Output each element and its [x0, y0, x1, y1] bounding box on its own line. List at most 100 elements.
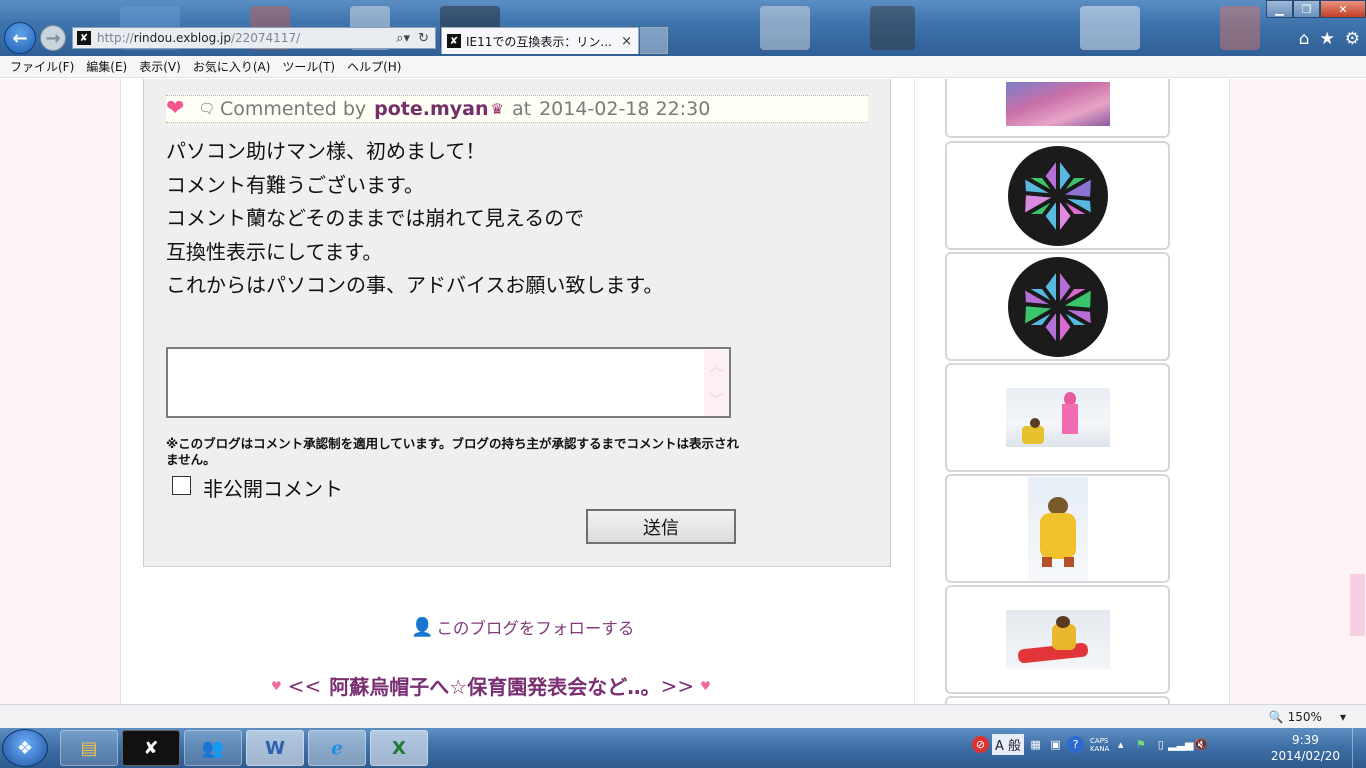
sidebar-thumbnail[interactable] [945, 585, 1170, 694]
menu-file[interactable]: ファイル(F) [4, 58, 80, 75]
comment-at: at [511, 98, 532, 120]
menu-tools[interactable]: ツール(T) [276, 58, 341, 75]
small-heart-icon: ♥ [700, 678, 711, 693]
excel-icon[interactable]: X [370, 730, 428, 766]
private-comment-label[interactable]: 非公開コメント [203, 473, 343, 502]
follow-blog-link[interactable]: 👤 このブログをフォローする [411, 615, 634, 639]
follow-blog-label: このブログをフォローする [436, 619, 635, 638]
app-icon[interactable]: ✘ [122, 730, 180, 766]
clock-date: 2014/02/20 [1270, 749, 1340, 763]
search-icon[interactable]: ⌕▾ [396, 31, 410, 46]
sidebar-thumbnail[interactable] [945, 474, 1170, 583]
url-path: /22074117/ [230, 31, 301, 45]
zoom-icon: 🔍 [1268, 710, 1284, 724]
prev-post-link[interactable]: << [288, 674, 322, 698]
sidebar-thumbnail[interactable] [945, 252, 1170, 361]
comment-line: 互換性表示にしてます。 [166, 239, 383, 264]
action-center-icon[interactable]: ⚑ [1132, 736, 1149, 753]
volume-muted-icon[interactable]: 🔇 [1192, 736, 1209, 753]
ime-tools-icon[interactable]: ▦ [1027, 736, 1044, 753]
caps-indicator: CAPS [1090, 736, 1109, 745]
browser-tab[interactable]: ✘ IE11での互換表示：リン... × [441, 27, 639, 54]
comment-author-link[interactable]: pote.myan [374, 98, 488, 120]
comment-line: コメント蘭などそのままでは崩れて見えるので [166, 206, 585, 230]
comment-body: パソコン助けマン様、初めまして！ コメント有難うございます。 コメント蘭などその… [166, 135, 663, 303]
start-button[interactable]: ❖ [2, 729, 48, 767]
page-scrollbar[interactable] [1349, 79, 1366, 704]
clock-time: 9:39 [1291, 733, 1319, 747]
show-desktop-button[interactable] [1352, 728, 1366, 768]
forward-arrow-icon[interactable]: → [40, 25, 66, 51]
menu-help[interactable]: ヘルプ(H) [341, 58, 407, 75]
next-post-link[interactable]: >> [661, 674, 695, 698]
page-viewport: ❤ 🗨 Commented by pote.myan ♛ at 2014-02-… [0, 79, 1366, 704]
word-icon[interactable]: W [246, 730, 304, 766]
post-title-link[interactable]: 阿蘇烏帽子へ☆保育園発表会など‥。 [329, 671, 660, 700]
back-arrow-icon[interactable]: ← [4, 22, 36, 54]
url-host: rindou.exblog.jp [133, 31, 231, 45]
stained-glass-pattern [1007, 256, 1108, 357]
comment-timestamp: 2014-02-18 22:30 [539, 98, 711, 120]
small-heart-icon: ♥ [271, 678, 282, 693]
zoom-control[interactable]: 🔍 150% ▾ [1269, 710, 1346, 724]
approval-note: ※このブログはコメント承認制を適用しています。ブログの持ち主が承認するまでコメン… [166, 436, 740, 467]
new-tab-button[interactable] [640, 27, 668, 54]
private-comment-checkbox[interactable] [172, 476, 191, 495]
sidebar-thumbnail[interactable] [945, 363, 1170, 472]
close-icon[interactable]: ✕ [1320, 0, 1366, 18]
internet-explorer-icon[interactable]: ℯ [308, 730, 366, 766]
status-bar: 🔍 150% ▾ [0, 704, 1366, 728]
ime-mode[interactable]: A 般 [992, 734, 1025, 755]
maximize-icon[interactable]: ❐ [1293, 0, 1320, 18]
tab-title: IE11での互換表示：リン... [466, 34, 612, 49]
textarea-scrollbar[interactable]: ︿ ﹀ [704, 350, 729, 416]
clipboard-icon[interactable]: ▯ [1152, 736, 1169, 753]
home-icon[interactable]: ⌂ [1299, 29, 1310, 49]
help-icon[interactable]: ? [1067, 736, 1085, 753]
menu-edit[interactable]: 編集(E) [80, 58, 133, 75]
plum-blossom-photo [1005, 81, 1110, 126]
caps-kana-indicator: CAPS KANA [1090, 737, 1109, 753]
sidebar-thumbnail[interactable] [945, 141, 1170, 250]
tab-close-icon[interactable]: × [621, 34, 638, 49]
comment-line: パソコン助けマン様、初めまして！ [166, 139, 486, 163]
ime-dictionary-icon[interactable]: ▣ [1047, 736, 1064, 753]
sidebar-thumbnail[interactable] [945, 79, 1170, 138]
browser-right-tools: ⌂ ★ ⚙ [1299, 29, 1360, 49]
child-sledding-photo [1005, 388, 1110, 447]
ime-toggle-icon[interactable]: ⊘ [972, 736, 989, 753]
address-bar[interactable]: ✘ http:// rindou.exblog.jp /22074117/ ⌕▾… [72, 27, 436, 49]
chevron-down-icon[interactable]: ▾ [1340, 710, 1346, 724]
comment-header: ❤ 🗨 Commented by pote.myan ♛ at 2014-02-… [166, 95, 868, 123]
gear-icon[interactable]: ⚙ [1345, 29, 1360, 49]
refresh-icon[interactable]: ↻ [418, 31, 429, 46]
reply-textarea[interactable] [166, 347, 731, 418]
comment-prefix: Commented by [219, 98, 367, 120]
browser-titlebar: ← → ✘ http:// rindou.exblog.jp /22074117… [0, 0, 1366, 56]
menu-view[interactable]: 表示(V) [133, 58, 187, 75]
menu-bar: ファイル(F) 編集(E) 表示(V) お気に入り(A) ツール(T) ヘルプ(… [0, 56, 1366, 78]
file-explorer-icon[interactable]: ▤ [60, 730, 118, 766]
star-icon[interactable]: ★ [1320, 29, 1335, 49]
zoom-level: 150% [1287, 710, 1322, 724]
child-in-snow-photo [1027, 476, 1088, 581]
sidebar-divider [914, 79, 915, 704]
comment-line: これからはパソコンの事、アドバイスお願い致します。 [166, 273, 664, 297]
system-tray: ⊘ A 般 ▦ ▣ ? CAPS KANA ▴ ⚑ ▯ ▂▃▅ 🔇 [972, 734, 1209, 755]
sidebar-thumbnail[interactable] [945, 696, 1170, 704]
network-icon[interactable]: ▂▃▅ [1168, 736, 1193, 753]
kana-indicator: KANA [1090, 744, 1110, 753]
people-icon[interactable]: 👥 [184, 730, 242, 766]
minimize-icon[interactable]: ▁ [1266, 0, 1293, 18]
clock[interactable]: 9:39 2014/02/20 [1271, 732, 1340, 764]
stained-glass-pattern [1007, 145, 1108, 246]
page-scrollbar-thumb[interactable] [1350, 574, 1365, 636]
taskbar: ❖ ▤ ✘ 👥 W ℯ X ⊘ A 般 ▦ ▣ ? CAPS KANA ▴ ⚑ … [0, 728, 1366, 768]
menu-favorites[interactable]: お気に入り(A) [187, 58, 277, 75]
send-button[interactable]: 送信 [586, 509, 736, 544]
chevron-up-icon[interactable]: ▴ [1112, 736, 1129, 753]
tab-favicon-icon: ✘ [447, 34, 461, 48]
speech-bubble-icon: 🗨 [198, 101, 215, 117]
scroll-up-icon[interactable]: ︿ [710, 356, 724, 376]
scroll-down-icon[interactable]: ﹀ [710, 390, 724, 410]
